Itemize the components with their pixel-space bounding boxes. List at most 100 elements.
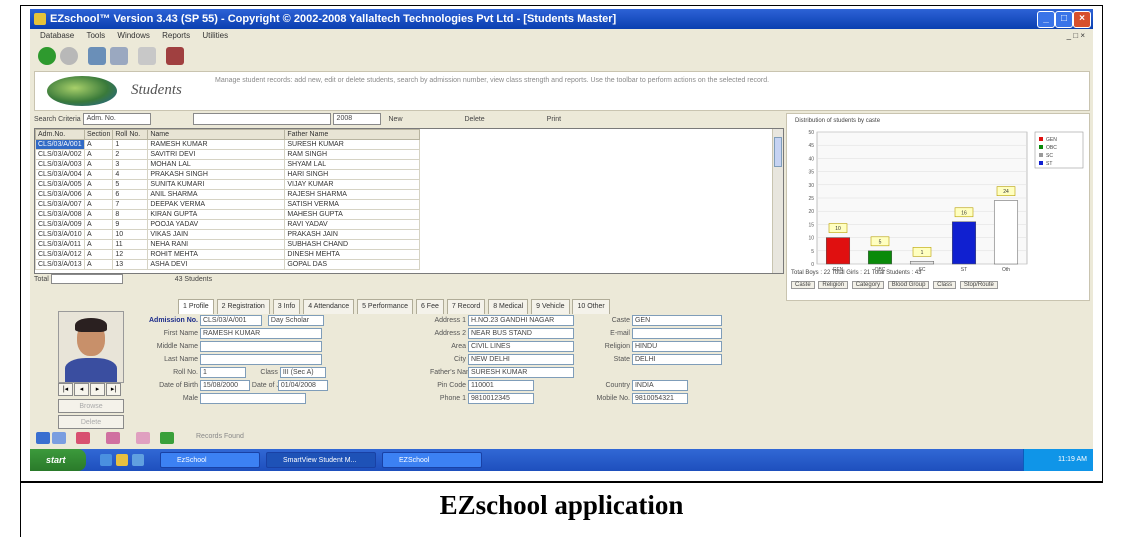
area-field[interactable]: CIVIL LINES <box>467 341 574 352</box>
chart-tab-stop-route[interactable]: Stop/Route <box>959 281 998 289</box>
table-cell[interactable]: VIKAS JAIN <box>147 229 286 240</box>
table-cell[interactable]: A <box>83 219 114 230</box>
table-row[interactable]: CLS/03/A/006 A 6 ANIL SHARMA RAJESH SHARMA <box>35 189 421 200</box>
table-cell[interactable]: 9 <box>112 219 149 230</box>
table-cell[interactable]: A <box>83 149 114 160</box>
task-ezschool-2[interactable]: EZSchool <box>382 452 482 468</box>
delete-button[interactable]: Delete <box>464 113 484 127</box>
table-cell[interactable]: 2 <box>112 149 149 160</box>
next-photo-button[interactable]: ▸ <box>90 383 105 396</box>
table-cell[interactable]: POOJA YADAV <box>147 219 286 230</box>
class-field[interactable]: III (Sec A) <box>279 367 326 378</box>
date-of-join-field[interactable]: 01/04/2008 <box>277 380 328 391</box>
table-cell[interactable]: VIJAY KUMAR <box>284 179 421 190</box>
email-field[interactable] <box>631 328 722 339</box>
table-cell[interactable]: A <box>83 169 114 180</box>
tab-registration[interactable]: 2 Registration <box>216 299 270 314</box>
menu-tools[interactable]: Tools <box>86 31 105 40</box>
table-row[interactable]: CLS/03/A/010 A 10 VIKAS JAIN PRAKASH JAIN <box>35 229 421 240</box>
class-select[interactable]: 2008 <box>332 113 381 126</box>
table-cell[interactable]: 7 <box>112 199 149 210</box>
search-input[interactable] <box>192 113 331 126</box>
table-cell[interactable]: 1 <box>112 139 149 150</box>
phone-field[interactable]: 9810012345 <box>467 393 534 404</box>
search-criteria-select[interactable]: Adm. No. <box>82 113 151 126</box>
column-header[interactable]: Adm.No. <box>35 129 85 140</box>
exit-icon[interactable] <box>166 47 184 65</box>
tab-attendance[interactable]: 4 Attendance <box>303 299 355 314</box>
column-header[interactable]: Roll No. <box>112 129 149 140</box>
tab-profile[interactable]: 1 Profile <box>178 299 214 314</box>
table-cell[interactable]: RAJESH SHARMA <box>284 189 421 200</box>
table-cell[interactable]: 8 <box>112 209 149 220</box>
table-cell[interactable]: 4 <box>112 169 149 180</box>
last-photo-button[interactable]: ▸| <box>106 383 121 396</box>
table-cell[interactable]: A <box>83 259 114 270</box>
table-cell[interactable]: 10 <box>112 229 149 240</box>
table-cell[interactable]: ROHIT MEHTA <box>147 249 286 260</box>
table-cell[interactable]: CLS/03/A/005 <box>35 179 85 190</box>
table-cell[interactable]: CLS/03/A/009 <box>35 219 85 230</box>
table-cell[interactable]: SHYAM LAL <box>284 159 421 170</box>
table-cell[interactable]: 11 <box>112 239 149 250</box>
table-cell[interactable]: HARI SINGH <box>284 169 421 180</box>
table-cell[interactable]: DEEPAK VERMA <box>147 199 286 210</box>
table-cell[interactable]: SURESH KUMAR <box>284 139 421 150</box>
table-cell[interactable]: CLS/03/A/002 <box>35 149 85 160</box>
table-cell[interactable]: ASHA DEVI <box>147 259 286 270</box>
prev-photo-button[interactable]: ◂ <box>74 383 89 396</box>
table-cell[interactable]: SAVITRI DEVI <box>147 149 286 160</box>
admission-no-field[interactable]: CLS/03/A/001 <box>199 315 262 326</box>
table-cell[interactable]: KIRAN GUPTA <box>147 209 286 220</box>
table-cell[interactable]: SUBHASH CHAND <box>284 239 421 250</box>
table-row[interactable]: CLS/03/A/007 A 7 DEEPAK VERMA SATISH VERMA <box>35 199 421 210</box>
last-record-icon[interactable] <box>160 432 174 444</box>
table-cell[interactable]: CLS/03/A/003 <box>35 159 85 170</box>
table-row[interactable]: CLS/03/A/008 A 8 KIRAN GUPTA MAHESH GUPTA <box>35 209 421 220</box>
next-record-icon[interactable] <box>106 432 120 444</box>
tab-fee[interactable]: 6 Fee <box>415 299 444 314</box>
table-row[interactable]: CLS/03/A/009 A 9 POOJA YADAV RAVI YADAV <box>35 219 421 230</box>
prev-record-icon[interactable] <box>52 432 66 444</box>
table-cell[interactable]: RAM SINGH <box>284 149 421 160</box>
table-cell[interactable]: A <box>83 189 114 200</box>
religion-field[interactable]: HINDU <box>631 341 722 352</box>
table-cell[interactable]: ANIL SHARMA <box>147 189 286 200</box>
table-cell[interactable]: CLS/03/A/001 <box>35 139 85 150</box>
table-cell[interactable]: RAMESH KUMAR <box>147 139 286 150</box>
table-cell[interactable]: CLS/03/A/010 <box>35 229 85 240</box>
start-button[interactable]: start <box>30 449 86 471</box>
delete-photo-button[interactable]: Delete <box>58 415 124 429</box>
print-button[interactable]: Print <box>547 113 561 127</box>
chart-tab-religion[interactable]: Religion <box>818 281 849 289</box>
table-row[interactable]: CLS/03/A/004 A 4 PRAKASH SINGH HARI SINGH <box>35 169 421 180</box>
table-cell[interactable]: 3 <box>112 159 149 170</box>
table-cell[interactable]: CLS/03/A/007 <box>35 199 85 210</box>
ie-icon[interactable] <box>100 454 112 466</box>
first-name-field[interactable]: RAMESH KUMAR <box>199 328 322 339</box>
table-cell[interactable]: SATISH VERMA <box>284 199 421 210</box>
table-cell[interactable]: RAVI YADAV <box>284 219 421 230</box>
table-row[interactable]: CLS/03/A/002 A 2 SAVITRI DEVI RAM SINGH <box>35 149 421 160</box>
table-cell[interactable]: 6 <box>112 189 149 200</box>
minimize-button[interactable]: _ <box>1037 11 1055 28</box>
table-cell[interactable]: PRAKASH SINGH <box>147 169 286 180</box>
chart-tab-blood-group[interactable]: Blood Group <box>887 281 930 289</box>
table-row[interactable]: CLS/03/A/003 A 3 MOHAN LAL SHYAM LAL <box>35 159 421 170</box>
report-icon[interactable] <box>138 47 156 65</box>
mobile-field[interactable]: 9810054321 <box>631 393 688 404</box>
chart-tab-caste[interactable]: Caste <box>791 281 815 289</box>
students-grid[interactable]: Adm.No. Section Roll No. Name Father Nam… <box>34 128 784 274</box>
table-cell[interactable]: A <box>83 139 114 150</box>
table-cell[interactable]: A <box>83 209 114 220</box>
table-cell[interactable]: 5 <box>112 179 149 190</box>
tab-record[interactable]: 7 Record <box>446 299 486 314</box>
table-cell[interactable]: SUNITA KUMARI <box>147 179 286 190</box>
table-row[interactable]: CLS/03/A/005 A 5 SUNITA KUMARI VIJAY KUMAR <box>35 179 421 190</box>
new-button[interactable]: New <box>389 113 403 127</box>
table-cell[interactable]: GOPAL DAS <box>284 259 421 270</box>
category-select[interactable]: Day Scholar <box>267 315 324 326</box>
table-row[interactable]: CLS/03/A/012 A 12 ROHIT MEHTA DINESH MEHTA <box>35 249 421 260</box>
gender-field[interactable] <box>199 393 306 404</box>
task-smartview[interactable]: SmartView Student M... <box>266 452 376 468</box>
